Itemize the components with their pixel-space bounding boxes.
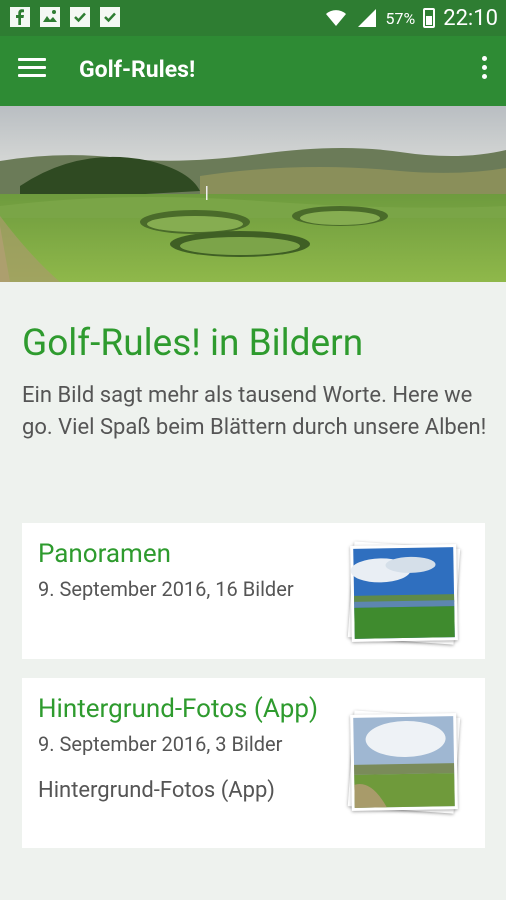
briefcase-check-icon [100, 7, 120, 27]
briefcase-icon [70, 7, 90, 27]
signal-icon [357, 9, 376, 27]
album-card-hintergrund-fotos[interactable]: Hintergrund-Fotos (App) 9. September 201… [22, 678, 485, 848]
overflow-menu-button[interactable] [480, 56, 488, 86]
album-meta: 9. September 2016, 3 Bilder [38, 732, 283, 756]
battery-percentage: 57% [385, 8, 416, 28]
album-card-panoramen[interactable]: Panoramen 9. September 2016, 16 Bilder [22, 523, 485, 659]
wifi-icon [325, 10, 346, 26]
hamburger-menu-button[interactable] [18, 58, 46, 82]
album-title: Hintergrund-Fotos (App) [38, 694, 319, 724]
image-notification-icon [40, 7, 60, 27]
hamburger-icon [18, 58, 46, 61]
album-meta: 9. September 2016, 16 Bilder [38, 577, 294, 601]
album-thumbnail [347, 710, 461, 814]
intro-text: Ein Bild sagt mehr als tausend Worte. He… [22, 383, 487, 440]
system-icons: 57% 22:10 [324, 4, 498, 32]
album-thumbnail [347, 541, 461, 645]
hero-golf-image [0, 106, 506, 282]
page-title: Golf-Rules! in Bildern [22, 322, 364, 365]
app-bar: Golf-Rules! [0, 36, 506, 106]
battery-icon [423, 8, 436, 28]
facebook-icon [10, 7, 30, 27]
album-title: Panoramen [38, 539, 171, 569]
more-vert-icon [481, 56, 487, 61]
clock: 22:10 [443, 5, 498, 31]
notification-icons [10, 7, 120, 27]
status-bar: 57% 22:10 [0, 0, 506, 36]
intro-section: Golf-Rules! in Bildern Ein Bild sagt meh… [22, 320, 492, 444]
app-title: Golf-Rules! [79, 56, 196, 83]
album-description: Hintergrund-Fotos (App) [38, 778, 275, 803]
